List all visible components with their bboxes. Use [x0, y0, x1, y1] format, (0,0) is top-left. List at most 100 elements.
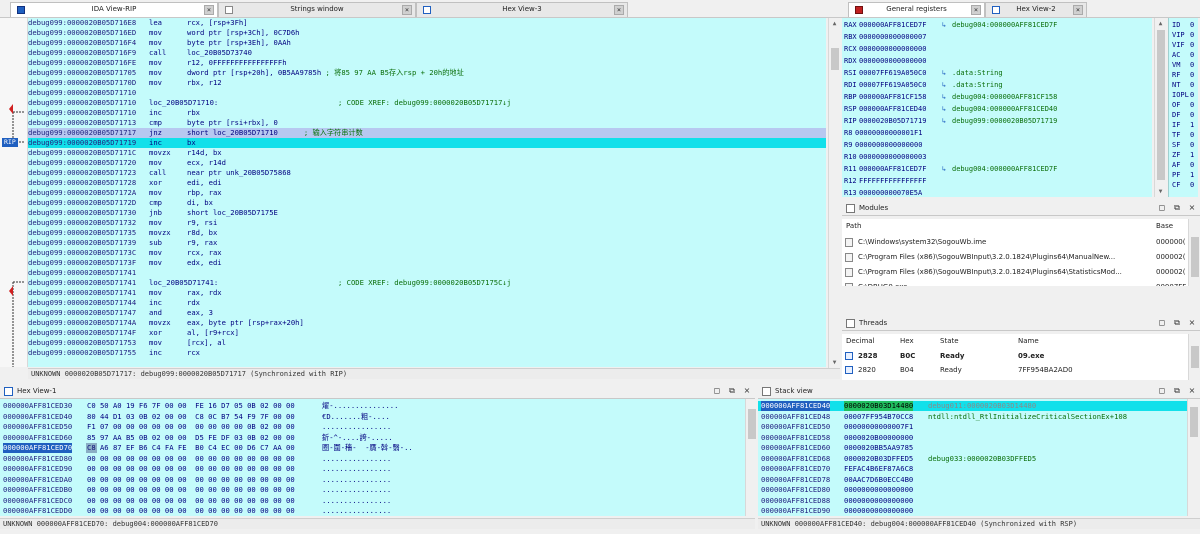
stack-row[interactable]: 000000AFF81CED60 0000020BB5AA9785 [758, 443, 1187, 453]
register-value[interactable]: 00007FF619A050C0 [859, 68, 926, 79]
scroll-down-icon[interactable]: ▼ [1157, 188, 1164, 195]
stack-value[interactable]: 0000020B03DFFED5 [844, 454, 913, 464]
stack-row[interactable]: 000000AFF81CED78 00AAC7D6B0ECC4B0 [758, 475, 1187, 485]
thread-name[interactable]: 7FF954BA2AD0 [1018, 363, 1073, 378]
asm-line[interactable]: debug099:0000020B05D7171C movzx r14d, bx [28, 148, 826, 158]
thread-state[interactable]: Ready [940, 349, 964, 364]
scroll-thumb[interactable] [1190, 407, 1198, 437]
col-hex[interactable]: Hex [900, 334, 914, 349]
jump-arrow-icon[interactable]: ↳ [942, 164, 950, 175]
register-value[interactable]: 000000AFF81CED7F [859, 164, 926, 175]
hex-bytes[interactable]: 00 00 00 00 00 00 00 00 00 00 00 00 00 0… [87, 454, 295, 464]
hex-bytes[interactable]: 00 00 00 00 00 00 00 00 00 00 00 00 00 0… [87, 464, 295, 474]
hex-ascii[interactable]: ................ [322, 506, 391, 516]
asm-line[interactable]: debug099:0000020B05D71717 jnz short loc_20… [28, 128, 826, 138]
close-icon[interactable]: × [614, 5, 624, 15]
register-reference[interactable]: .data:String [952, 68, 1003, 79]
register-value[interactable]: 0000000000000003 [859, 152, 926, 163]
scroll-up-icon[interactable]: ▲ [1157, 20, 1164, 27]
hex-ascii[interactable]: 釿-^-....誇-..... [322, 433, 393, 443]
asm-line[interactable]: debug099:0000020B05D716E8 lea rcx, [rsp+3F… [28, 18, 826, 28]
tab-hex-view-3[interactable]: Hex View-3 × [416, 2, 628, 17]
stack-value[interactable]: 00000000000007F1 [844, 422, 913, 432]
hex-ascii[interactable]: 圈-圍-穡- -贋-斡-翳-.. [322, 443, 413, 453]
scroll-thumb[interactable] [1191, 237, 1199, 277]
module-base[interactable]: 000002( [1156, 250, 1185, 265]
register-value[interactable]: 0000000000000007 [859, 32, 926, 43]
stack-view-body[interactable]: 000000AFF81CED40 0000020B03D14480 debug011… [758, 399, 1187, 516]
thread-decimal[interactable]: 2820 [858, 363, 876, 378]
hex-bytes[interactable]: C8 A6 87 EF B6 C4 FA FE B0 C4 EC 00 D6 C… [87, 443, 295, 453]
modules-scrollbar[interactable] [1188, 219, 1200, 286]
module-base[interactable]: 00007FF [1156, 280, 1186, 286]
stack-view-scrollbar[interactable] [1187, 399, 1199, 516]
close-icon[interactable]: × [741, 385, 753, 397]
disassembly-view[interactable]: debug099:0000020B05D716E8 lea rcx, [rsp+3F… [28, 18, 826, 367]
module-base[interactable]: 000000( [1156, 235, 1185, 250]
register-value[interactable]: FFFFFFFFFFFFFFFF [859, 176, 926, 187]
stack-value[interactable]: 0000000000000000 [844, 506, 913, 516]
close-icon[interactable]: × [1073, 5, 1083, 15]
register-value[interactable]: 0000020B05D71719 [859, 116, 926, 127]
threads-scrollbar[interactable] [1188, 334, 1200, 380]
asm-line[interactable]: debug099:0000020B05D71732 mov r9, rsi [28, 218, 826, 228]
scroll-up-icon[interactable]: ▲ [831, 20, 838, 27]
register-reference[interactable]: debug004:000000AFF81CED7F [952, 164, 1057, 175]
stack-row[interactable]: 000000AFF81CED70 FEFAC4B6EF87A6C8 [758, 464, 1187, 474]
register-value[interactable]: 0000000000000000 [859, 56, 926, 67]
asm-line[interactable]: debug099:0000020B05D7174F xor al, [r9+rcx] [28, 328, 826, 338]
asm-line[interactable]: debug099:0000020B05D71741 mov rax, rdx [28, 288, 826, 298]
hex-bytes[interactable]: C0 50 A0 19 F6 7F 00 00 FE 16 D7 05 0B 0… [87, 401, 295, 411]
asm-line[interactable]: debug099:0000020B05D7173F mov edx, edi [28, 258, 826, 268]
tab-strings-window[interactable]: Strings window × [218, 2, 416, 17]
asm-line[interactable]: debug099:0000020B05D71713 cmp byte ptr [rs… [28, 118, 826, 128]
register-reference[interactable]: .data:String [952, 80, 1003, 91]
jump-arrow-icon[interactable]: ↳ [942, 92, 950, 103]
stack-value[interactable]: 00AAC7D6B0ECC4B0 [844, 475, 913, 485]
asm-line[interactable]: debug099:0000020B05D716FE mov r12, 0FFFFFF… [28, 58, 826, 68]
asm-line[interactable]: debug099:0000020B05D71720 mov ecx, r14d [28, 158, 826, 168]
register-value[interactable]: 00000000000001F1 [855, 128, 922, 139]
hex-ascii[interactable]: €D.......粗-.... [322, 412, 390, 422]
asm-line[interactable]: debug099:0000020B05D71747 and eax, 3 [28, 308, 826, 318]
jump-arrow-icon[interactable]: ↳ [942, 104, 950, 115]
asm-line[interactable]: debug099:0000020B05D71741 [28, 268, 826, 278]
register-value[interactable]: 000000AFF81CED40 [859, 104, 926, 115]
stack-row[interactable]: 000000AFF81CED58 0000020B00000000 [758, 433, 1187, 443]
hex-bytes[interactable]: 85 97 AA B5 0B 02 00 00 D5 FE DF 03 0B 0… [87, 433, 295, 443]
asm-line[interactable]: debug099:0000020B05D71710 [28, 88, 826, 98]
register-value[interactable]: 00007FF619A050C0 [859, 80, 926, 91]
hex-view-scrollbar[interactable] [745, 399, 757, 516]
stack-comment[interactable]: debug011:0000020B03D14480 [928, 401, 1036, 411]
asm-line[interactable]: debug099:0000020B05D71730 jnb short loc_20… [28, 208, 826, 218]
stack-row[interactable]: 000000AFF81CED48 00007FF954B70CC8 ntdll:nt… [758, 412, 1187, 422]
hex-bytes[interactable]: 00 00 00 00 00 00 00 00 00 00 00 00 00 0… [87, 506, 295, 516]
asm-line[interactable]: debug099:0000020B05D7172D cmp di, bx [28, 198, 826, 208]
register-value[interactable]: 0000000000000000 [855, 140, 922, 151]
hex-bytes[interactable]: 00 00 00 00 00 00 00 00 00 00 00 00 00 0… [87, 496, 295, 506]
stack-value[interactable]: 00007FF954B70CC8 [844, 412, 913, 422]
asm-line[interactable]: debug099:0000020B05D71741 loc_20B05D71741… [28, 278, 826, 288]
stack-row[interactable]: 000000AFF81CED88 0000000000000000 [758, 496, 1187, 506]
close-icon[interactable]: × [1186, 385, 1198, 397]
module-base[interactable]: 000002( [1156, 265, 1185, 280]
col-path[interactable]: Path [846, 219, 861, 234]
asm-line[interactable]: debug099:0000020B05D7170D mov rbx, r12 [28, 78, 826, 88]
registers-scrollbar[interactable]: ▲ ▼ [1154, 18, 1166, 197]
register-value[interactable]: 000000AFF81CED7F [859, 20, 926, 31]
stack-value[interactable]: 0000020B00000000 [844, 433, 913, 443]
restore-icon[interactable]: ◻ [711, 385, 723, 397]
col-base[interactable]: Base [1156, 219, 1173, 234]
scroll-thumb[interactable] [1157, 30, 1165, 180]
asm-line[interactable]: debug099:0000020B05D71705 mov dword ptr [r… [28, 68, 826, 78]
module-path[interactable]: C:\Windows\system32\SogouWb.ime [858, 235, 1154, 250]
register-reference[interactable]: debug004:000000AFF81CED40 [952, 104, 1057, 115]
jump-arrow-icon[interactable]: ↳ [942, 20, 950, 31]
asm-line[interactable]: debug099:0000020B05D71723 call near ptr un… [28, 168, 826, 178]
stack-value[interactable]: 0000000000000000 [844, 485, 913, 495]
hex-ascii[interactable]: ................ [322, 485, 391, 495]
stack-row[interactable]: 000000AFF81CED80 0000000000000000 [758, 485, 1187, 495]
col-decimal[interactable]: Decimal [846, 334, 875, 349]
module-path[interactable]: C:\Program Files (x86)\SogouWBInput\3.2.… [858, 250, 1154, 265]
stack-comment[interactable]: ntdll:ntdll_RtlInitializeCriticalSection… [928, 412, 1127, 422]
